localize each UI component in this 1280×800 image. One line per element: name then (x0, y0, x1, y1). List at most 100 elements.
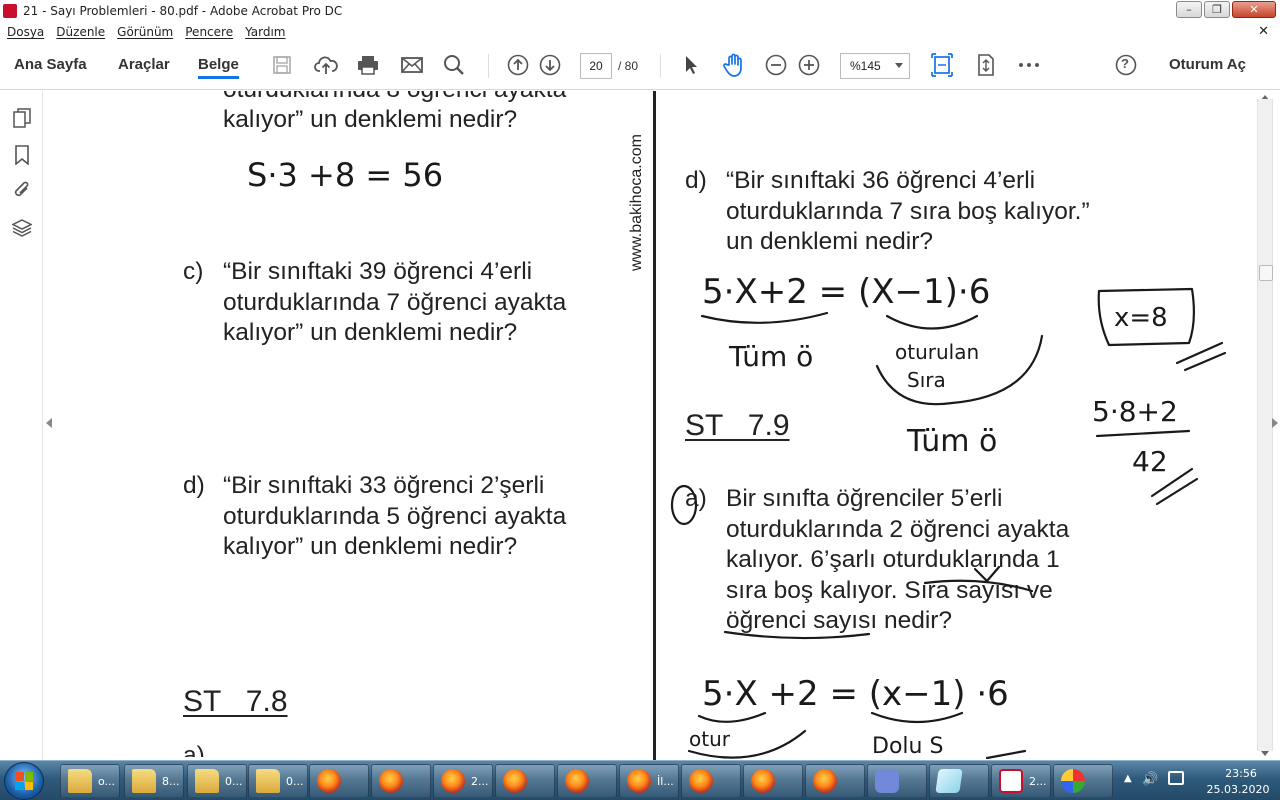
folder-icon (256, 769, 280, 793)
collapse-right-pane-icon[interactable] (1272, 418, 1278, 428)
clock-time[interactable]: 23:56 (1206, 767, 1276, 780)
taskbar-item-firefox[interactable] (495, 764, 555, 798)
firefox-icon (441, 769, 465, 793)
scroll-thumb[interactable] (1259, 265, 1273, 281)
menu-yardim[interactable]: Yardım (245, 25, 285, 39)
problem-c-text: “Bir sınıftaki 39 öğrenci 4’erli oturduk… (223, 258, 567, 346)
taskbar-item-folder[interactable]: 0... (187, 764, 247, 798)
tray-arrow-icon[interactable]: ▲ (1124, 773, 1132, 784)
scroll-mode-icon[interactable] (974, 53, 998, 77)
close-button[interactable]: ✕ (1232, 1, 1276, 18)
hw-tail (985, 749, 1027, 760)
taskbar-item-folder[interactable]: 0... (248, 764, 308, 798)
menu-duzenle[interactable]: Düzenle (56, 25, 105, 39)
fit-page-icon[interactable] (930, 53, 954, 77)
sign-in-link[interactable]: Oturum Aç (1169, 56, 1246, 73)
taskbar-item-folder[interactable]: o... (60, 764, 120, 798)
tab-home[interactable]: Ana Sayfa (14, 56, 87, 73)
menu-gorunum[interactable]: Görünüm (117, 25, 173, 39)
start-button[interactable] (4, 762, 44, 800)
taskbar-item-firefox[interactable]: 2... (433, 764, 493, 798)
next-page-icon[interactable] (538, 53, 562, 77)
hw-check-1 (1175, 341, 1224, 365)
taskbar-item-firefox[interactable] (371, 764, 431, 798)
more-options-icon[interactable] (1017, 53, 1041, 77)
discord-icon (875, 769, 899, 793)
firefox-icon (813, 769, 837, 793)
hw-dolu: Dolu S (872, 734, 943, 759)
page-number-input[interactable]: 20 (580, 53, 612, 79)
taskbar-item-discord[interactable] (867, 764, 927, 798)
taskbar-item-firefox[interactable] (681, 764, 741, 798)
hw-underbrace-1 (700, 311, 829, 324)
taskbar-item-firefox[interactable] (309, 764, 369, 798)
taskbar-item-paint[interactable] (1053, 764, 1113, 798)
zoom-select[interactable]: %145 (840, 53, 910, 79)
clock-date[interactable]: 25.03.2020 (1200, 783, 1276, 796)
firefox-icon (689, 769, 713, 793)
taskbar-item-firefox[interactable] (743, 764, 803, 798)
firefox-icon (751, 769, 775, 793)
page-total: / 80 (618, 59, 639, 73)
scroll-down-icon[interactable] (1261, 751, 1269, 756)
document-view: oturduklarında 8 öğrenci ayakta kalıyor”… (57, 91, 1250, 760)
problem-a-right-text: Bir sınıfta öğrenciler 5’erli oturduklar… (726, 485, 1070, 634)
zoom-in-icon[interactable] (797, 53, 821, 77)
bookmark-icon[interactable] (11, 144, 33, 166)
acrobat-icon (3, 4, 17, 18)
page-thumbnails-icon[interactable] (11, 107, 33, 129)
taskbar-item-label: 0... (286, 774, 304, 788)
minimize-button[interactable]: – (1176, 1, 1202, 18)
problem-d-label: d) (183, 472, 205, 499)
firefox-icon (503, 769, 527, 793)
windows-logo-icon (15, 772, 33, 790)
problem-a-right-label: a) (685, 485, 707, 512)
restore-button[interactable]: ❐ (1204, 1, 1230, 18)
menu-dosya[interactable]: Dosya (7, 25, 44, 39)
taskbar-item-folder[interactable]: 8... (124, 764, 184, 798)
network-icon[interactable] (1168, 771, 1184, 785)
hw-arc (875, 334, 1044, 406)
scroll-track[interactable] (1257, 99, 1273, 751)
hw-sira: Sıra (907, 368, 946, 392)
taskbar-item-firefox[interactable]: İl... (619, 764, 679, 798)
hw-check-4 (1155, 477, 1199, 506)
search-icon[interactable] (442, 53, 466, 77)
taskbar-item-firefox[interactable] (557, 764, 617, 798)
system-tray: ▲ 🔊 23:56 25.03.2020 (1120, 761, 1280, 800)
title-bar: 21 - Sayı Problemleri - 80.pdf - Adobe A… (0, 0, 1280, 22)
hand-tool-icon[interactable] (722, 53, 746, 77)
previous-page-icon[interactable] (506, 53, 530, 77)
navigation-pane (0, 91, 43, 760)
zoom-out-icon[interactable] (764, 53, 788, 77)
collapse-left-pane-icon[interactable] (46, 418, 52, 428)
upload-cloud-icon[interactable] (314, 53, 338, 77)
hw-check-3 (1150, 467, 1194, 498)
menu-pencere[interactable]: Pencere (185, 25, 233, 39)
tab-document[interactable]: Belge (198, 56, 239, 79)
problem-c-label: c) (183, 258, 204, 285)
close-document-icon[interactable]: ✕ (1258, 24, 1269, 39)
layers-icon[interactable] (11, 217, 33, 239)
attachment-icon[interactable] (11, 179, 33, 201)
select-cursor-icon[interactable] (679, 53, 703, 77)
folder-icon (68, 769, 92, 793)
window-title: 21 - Sayı Problemleri - 80.pdf - Adobe A… (23, 4, 343, 18)
problem-b-line: kalıyor” un denklemi nedir? (223, 106, 518, 133)
taskbar-item-notes[interactable] (929, 764, 989, 798)
zoom-value: %145 (850, 59, 881, 73)
problem-d-right-label: d) (685, 167, 707, 194)
taskbar-item-firefox[interactable] (805, 764, 865, 798)
toolbar: Ana Sayfa Araçlar Belge 20 / 80 %145 ? O… (0, 42, 1280, 90)
paint-icon (1061, 769, 1085, 793)
firefox-icon (565, 769, 589, 793)
tab-tools[interactable]: Araçlar (118, 56, 170, 73)
email-icon[interactable] (400, 53, 424, 77)
hw-calc-line (1095, 429, 1191, 438)
help-icon[interactable]: ? (1114, 53, 1138, 77)
volume-icon[interactable]: 🔊 (1142, 772, 1158, 787)
hw-answer-box (1097, 287, 1196, 347)
print-icon[interactable] (356, 53, 380, 77)
taskbar-item-pdf[interactable]: 2... (991, 764, 1051, 798)
save-icon[interactable] (270, 53, 294, 77)
